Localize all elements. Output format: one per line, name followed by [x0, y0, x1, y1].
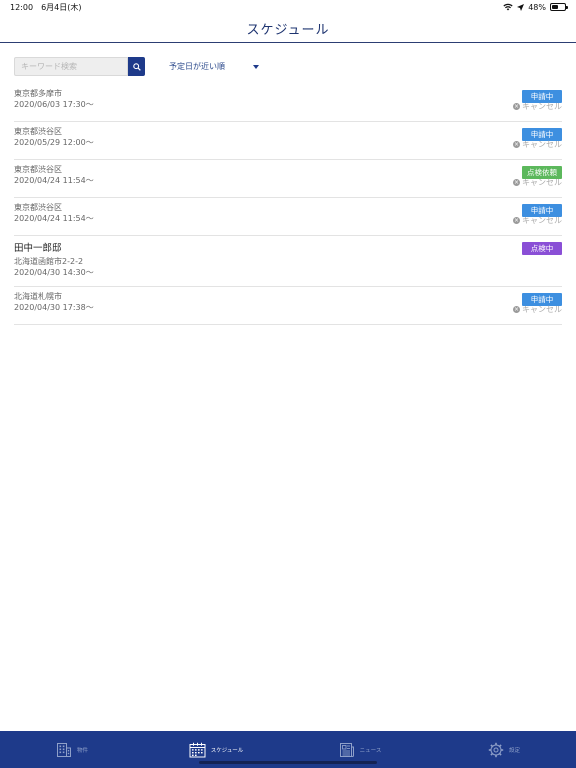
- row-datetime: 2020/05/29 12:00〜: [14, 138, 94, 147]
- schedule-row[interactable]: 東京都多摩市 2020/06/03 17:30〜 申請中 × キャンセル: [14, 84, 562, 122]
- row-address: 東京都渋谷区: [14, 127, 62, 136]
- building-icon: [56, 742, 71, 757]
- row-datetime: 2020/06/03 17:30〜: [14, 100, 94, 109]
- wifi-icon: [503, 3, 513, 11]
- row-address: 東京都渋谷区: [14, 165, 62, 174]
- tab-settings[interactable]: 設定: [432, 731, 576, 768]
- cancel-label: キャンセル: [522, 305, 562, 314]
- schedule-row[interactable]: 東京都渋谷区 2020/04/24 11:54〜 申請中 × キャンセル: [14, 198, 562, 236]
- sort-dropdown[interactable]: 予定日が近い順: [169, 61, 259, 72]
- search-icon: [132, 62, 141, 71]
- page-title: スケジュール: [246, 22, 330, 38]
- row-datetime: 2020/04/30 17:38〜: [14, 303, 94, 312]
- tab-label: スケジュール: [210, 747, 244, 754]
- row-address: 東京都多摩市: [14, 89, 62, 98]
- tab-label: ニュース: [359, 747, 382, 754]
- close-circle-icon: ×: [513, 216, 520, 224]
- row-address: 東京都渋谷区: [14, 203, 62, 212]
- close-circle-icon: ×: [513, 305, 520, 313]
- schedule-row[interactable]: 北海道札幌市 2020/04/30 17:38〜 申請中 × キャンセル: [14, 287, 562, 325]
- cancel-button[interactable]: × キャンセル: [513, 101, 562, 112]
- cancel-label: キャンセル: [522, 216, 562, 225]
- cancel-button[interactable]: × キャンセル: [513, 304, 562, 315]
- schedule-row[interactable]: 東京都渋谷区 2020/05/29 12:00〜 申請中 × キャンセル: [14, 122, 562, 160]
- cancel-button[interactable]: × キャンセル: [513, 177, 562, 188]
- tab-properties[interactable]: 物件: [0, 731, 144, 768]
- row-address: 北海道函館市2-2-2: [14, 257, 84, 266]
- schedule-list: 東京都多摩市 2020/06/03 17:30〜 申請中 × キャンセル 東京都…: [14, 84, 562, 325]
- schedule-row[interactable]: 田中一郎邸 北海道函館市2-2-2 2020/04/30 14:30〜 点検中: [14, 236, 562, 287]
- close-circle-icon: ×: [513, 140, 520, 148]
- status-bar: 12:00 6月4日(木) 48%: [0, 0, 576, 14]
- cancel-label: キャンセル: [522, 102, 562, 111]
- location-arrow-icon: [517, 3, 525, 11]
- schedule-row[interactable]: 東京都渋谷区 2020/04/24 11:54〜 点検依頼 × キャンセル: [14, 160, 562, 198]
- tab-bar: 物件 スケジュール ニュース 設定: [0, 731, 576, 768]
- status-badge: 点検中: [522, 242, 562, 255]
- row-datetime: 2020/04/24 11:54〜: [14, 176, 94, 185]
- caret-down-icon: [253, 64, 259, 69]
- row-owner-name: 田中一郎邸: [14, 243, 62, 254]
- row-datetime: 2020/04/24 11:54〜: [14, 214, 94, 223]
- search-input[interactable]: [14, 57, 128, 76]
- row-address: 北海道札幌市: [14, 292, 62, 301]
- battery-level: [552, 5, 558, 9]
- status-date: 6月4日(木): [41, 2, 82, 12]
- battery-percent: 48%: [528, 2, 546, 12]
- close-circle-icon: ×: [513, 102, 520, 110]
- close-circle-icon: ×: [513, 178, 520, 186]
- calendar-icon: [189, 742, 206, 757]
- search-button[interactable]: [128, 57, 145, 76]
- battery-icon: [550, 3, 568, 11]
- cancel-button[interactable]: × キャンセル: [513, 215, 562, 226]
- newspaper-icon: [339, 742, 354, 757]
- cancel-button[interactable]: × キャンセル: [513, 139, 562, 150]
- tab-label: 物件: [76, 747, 88, 754]
- tab-label: 設定: [508, 747, 520, 754]
- gear-icon: [488, 742, 504, 757]
- navigation-bar: スケジュール: [0, 14, 576, 43]
- cancel-label: キャンセル: [522, 140, 562, 149]
- cancel-label: キャンセル: [522, 178, 562, 187]
- row-datetime: 2020/04/30 14:30〜: [14, 268, 94, 277]
- home-indicator[interactable]: [199, 761, 377, 764]
- search-row: 予定日が近い順: [14, 57, 562, 76]
- status-time: 12:00: [10, 2, 34, 12]
- sort-label: 予定日が近い順: [169, 62, 225, 71]
